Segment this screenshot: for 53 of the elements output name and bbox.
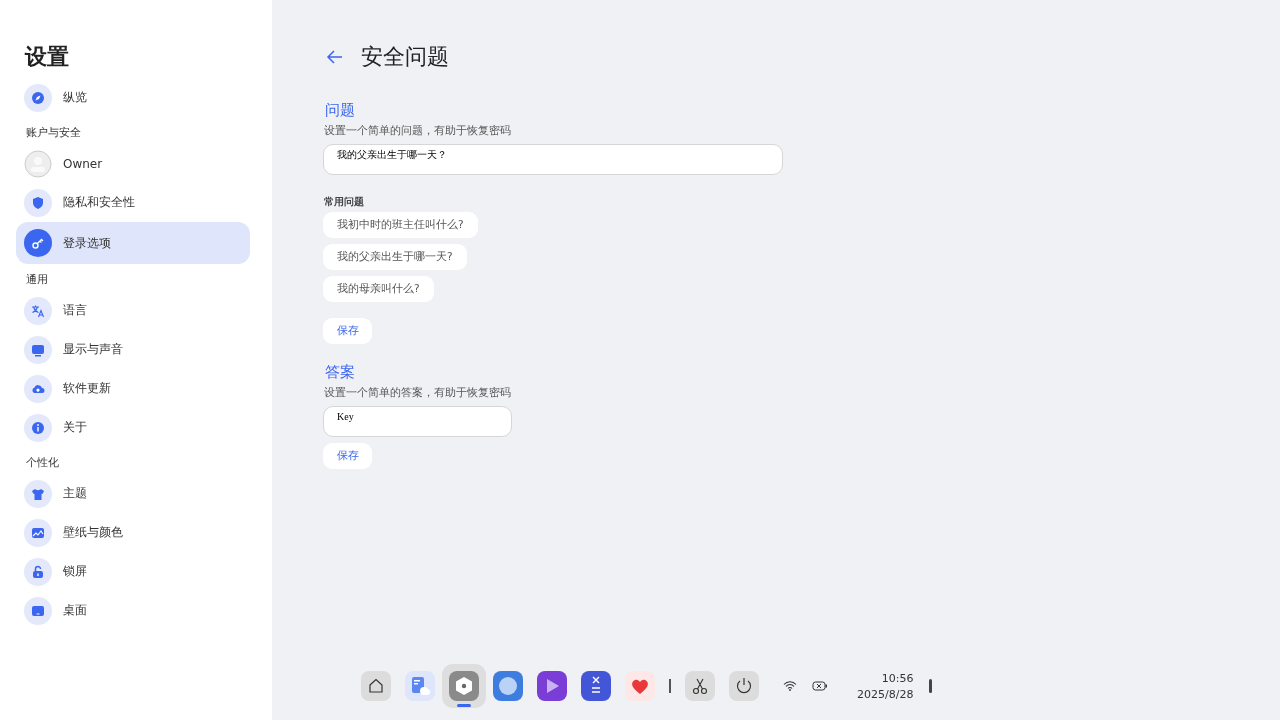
avatar-icon	[24, 149, 52, 178]
play-icon	[537, 671, 567, 701]
clock-date[interactable]: 2025/8/28	[857, 687, 914, 701]
sidebar-item[interactable]: 登录选项	[16, 222, 250, 264]
sidebar-title: 设置	[25, 43, 70, 71]
section-heading: 个性化	[26, 455, 60, 470]
section-heading: 通用	[26, 272, 49, 287]
sidebar-item[interactable]: 隐私和安全性	[16, 183, 250, 222]
taskbar-tool[interactable]	[685, 671, 715, 701]
sidebar-item[interactable]: Owner	[16, 144, 250, 183]
section-description: 设置一个简单的答案，有助于恢复密码	[324, 386, 511, 400]
sidebar-item[interactable]: 主题	[16, 474, 250, 513]
sidebar-item[interactable]: 纵览	[16, 78, 250, 117]
common-questions-heading: 常用问题	[324, 195, 364, 209]
sidebar-item[interactable]: 显示与声音	[16, 330, 250, 369]
show-desktop-handle[interactable]	[929, 679, 933, 693]
calculator-icon	[581, 671, 611, 701]
save-button[interactable]: 保存	[323, 318, 372, 344]
sidebar-item[interactable]: 语言	[16, 291, 250, 330]
sidebar-item[interactable]: 壁纸与颜色	[16, 513, 250, 552]
taskbar-app[interactable]	[361, 671, 391, 701]
section-heading: 账户与安全	[26, 125, 82, 140]
battery-icon[interactable]	[812, 681, 828, 691]
section-heading: 答案	[325, 363, 355, 382]
question-option[interactable]: 我初中时的班主任叫什么?	[323, 212, 478, 238]
unlocked-padlock-icon	[30, 563, 46, 580]
active-indicator	[457, 704, 471, 707]
taskbar-app[interactable]	[537, 671, 567, 701]
sidebar-item[interactable]: 锁屏	[16, 552, 250, 591]
sidebar-item[interactable]: 关于	[16, 408, 250, 447]
home-icon	[361, 671, 391, 701]
text-field[interactable]: Key	[323, 406, 512, 437]
taskbar-app[interactable]	[442, 664, 486, 708]
clock-time[interactable]: 10:56	[881, 671, 914, 685]
question-option[interactable]: 我的母亲叫什么?	[323, 276, 434, 302]
shield-icon	[30, 194, 46, 211]
info-icon	[30, 419, 46, 436]
wifi-icon[interactable]	[783, 681, 797, 691]
question-option[interactable]: 我的父亲出生于哪一天?	[323, 244, 467, 270]
taskbar-app[interactable]	[493, 671, 523, 701]
sidebar-item[interactable]: 软件更新	[16, 369, 250, 408]
sidebar-item[interactable]: 桌面	[16, 591, 250, 630]
taskbar-app[interactable]	[625, 671, 655, 701]
document-cloud-icon	[405, 671, 435, 701]
page-title: 安全问题	[361, 43, 449, 71]
section-description: 设置一个简单的问题，有助于恢复密码	[324, 124, 511, 138]
text-field[interactable]: 我的父亲出生于哪一天？	[323, 144, 783, 175]
save-button[interactable]: 保存	[323, 443, 372, 469]
taskbar-app[interactable]	[405, 671, 435, 701]
section-heading: 问题	[325, 101, 355, 120]
taskbar-tool[interactable]	[729, 671, 759, 701]
taskbar-app[interactable]	[581, 671, 611, 701]
compass-icon	[30, 89, 46, 106]
